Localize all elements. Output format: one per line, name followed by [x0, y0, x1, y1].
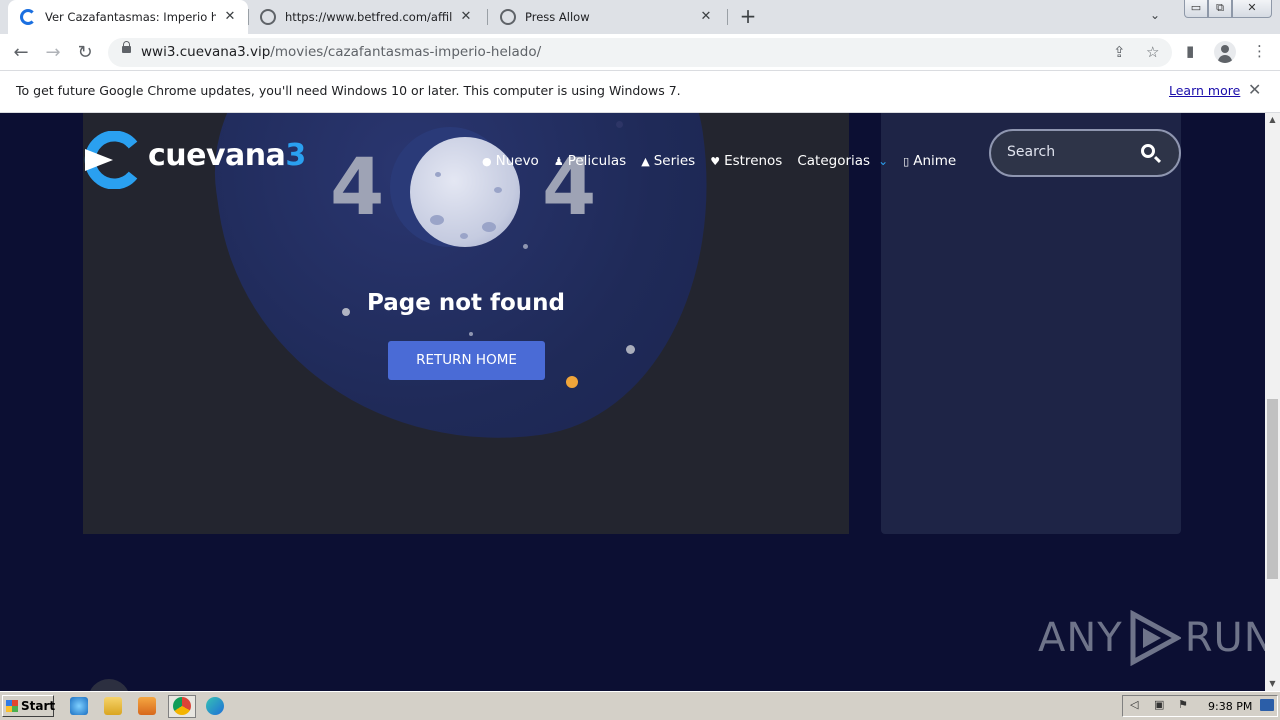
- box-icon: ▯: [903, 154, 910, 168]
- nav-nuevo[interactable]: ● Nuevo: [482, 153, 539, 169]
- page-not-found-title: Page not found: [366, 290, 566, 316]
- infobar-close-icon[interactable]: ✕: [1248, 80, 1261, 99]
- clock[interactable]: 9:38 PM: [1208, 700, 1252, 713]
- forward-arrow-icon[interactable]: →: [40, 40, 66, 66]
- tab-close-icon[interactable]: ✕: [458, 9, 474, 25]
- tab-close-icon[interactable]: ✕: [698, 9, 714, 25]
- network-icon[interactable]: ▣: [1154, 699, 1168, 711]
- show-desktop-icon[interactable]: [1260, 699, 1274, 711]
- site-nav: ● Nuevo ♟ Peliculas ▲ Series ♥ Estrenos Cate…: [482, 153, 956, 169]
- tab-close-icon[interactable]: ✕: [222, 9, 238, 25]
- search-icon[interactable]: [1141, 144, 1155, 158]
- window-controls: ▭ ⧉ ✕: [1184, 0, 1272, 18]
- star-dot: [616, 121, 623, 128]
- star-dot: [523, 244, 528, 249]
- profile-avatar-icon[interactable]: [1214, 41, 1236, 63]
- tab-title: Press Allow: [525, 10, 590, 24]
- chevron-down-icon: ⌄: [878, 154, 889, 168]
- site-search[interactable]: [989, 129, 1181, 177]
- learn-more-link[interactable]: Learn more: [1169, 83, 1240, 98]
- play-logo-icon: [1130, 610, 1181, 666]
- restore-button[interactable]: ⧉: [1208, 0, 1232, 18]
- scroll-down-arrow-icon[interactable]: ▼: [1265, 677, 1280, 691]
- minimize-button[interactable]: ▭: [1184, 0, 1208, 18]
- flag-icon[interactable]: ⚑: [1178, 699, 1192, 711]
- tab-separator: [727, 9, 728, 25]
- tab-title: Ver Cazafantasmas: Imperio helado: [45, 10, 216, 24]
- return-home-button[interactable]: RETURN HOME: [388, 341, 545, 380]
- globe-icon: [500, 9, 516, 25]
- search-input[interactable]: [1007, 144, 1127, 160]
- tab-press-allow[interactable]: Press Allow ✕: [490, 0, 724, 34]
- scroll-top-button[interactable]: [88, 679, 130, 691]
- volume-icon[interactable]: ◁: [1130, 699, 1144, 711]
- tab-cuevana[interactable]: Ver Cazafantasmas: Imperio helado ✕: [8, 0, 248, 34]
- edge-icon[interactable]: [206, 697, 224, 715]
- reload-icon[interactable]: ↻: [72, 40, 98, 66]
- close-window-button[interactable]: ✕: [1232, 0, 1272, 18]
- anyrun-watermark: ANY RUN: [1038, 610, 1265, 666]
- triangle-icon: ▲: [641, 154, 650, 168]
- nav-anime[interactable]: ▯ Anime: [903, 153, 956, 169]
- tab-strip: Ver Cazafantasmas: Imperio helado ✕ http…: [0, 0, 1280, 34]
- browser-toolbar: ← → ↻ wwi3.cuevana3.vip/movies/cazafanta…: [0, 34, 1280, 71]
- taskbar: Start ◁ ▣ ⚑ 9:38 PM: [0, 691, 1280, 720]
- cuevana-favicon-icon: [20, 9, 36, 25]
- person-icon: ♟: [553, 154, 564, 168]
- tab-separator: [248, 9, 249, 25]
- media-player-icon[interactable]: [138, 697, 156, 715]
- internet-explorer-icon[interactable]: [70, 697, 88, 715]
- start-button[interactable]: Start: [2, 695, 55, 717]
- folder-icon[interactable]: [104, 697, 122, 715]
- back-arrow-icon[interactable]: ←: [8, 40, 34, 66]
- nav-peliculas[interactable]: ♟ Peliculas: [554, 153, 626, 169]
- error-digit-left: 4: [330, 143, 385, 233]
- scroll-up-arrow-icon[interactable]: ▲: [1265, 113, 1280, 127]
- star-dot: [469, 332, 473, 336]
- bookmark-star-icon[interactable]: ☆: [1146, 43, 1159, 61]
- cuevana-logo-icon[interactable]: [83, 131, 139, 189]
- nav-estrenos[interactable]: ♥ Estrenos: [710, 153, 782, 169]
- heart-icon: ♥: [710, 154, 721, 168]
- tab-betfred[interactable]: https://www.betfred.com/affiliate/b ✕: [250, 0, 484, 34]
- globe-icon: [260, 9, 276, 25]
- star-dot: [626, 345, 635, 354]
- scrollbar-thumb[interactable]: [1267, 399, 1278, 579]
- star-dot: [566, 376, 578, 388]
- chrome-icon: [173, 697, 191, 715]
- flame-icon: ●: [482, 154, 492, 168]
- star-dot: [342, 308, 350, 316]
- nav-series[interactable]: ▲ Series: [641, 153, 695, 169]
- site-logo[interactable]: cuevana3: [148, 138, 306, 173]
- menu-kebab-icon[interactable]: ⋮: [1252, 42, 1267, 60]
- tab-title: https://www.betfred.com/affiliate/b: [285, 10, 452, 24]
- url-text[interactable]: wwi3.cuevana3.vip/movies/cazafantasmas-i…: [141, 44, 541, 60]
- tab-separator: [487, 9, 488, 25]
- address-bar[interactable]: wwi3.cuevana3.vip/movies/cazafantasmas-i…: [108, 38, 1172, 67]
- page-scrollbar[interactable]: ▲ ▼: [1265, 113, 1280, 691]
- new-tab-button[interactable]: +: [736, 5, 760, 29]
- tab-search-chevron-icon[interactable]: ⌄: [1150, 8, 1160, 22]
- nav-categorias[interactable]: Categorias ⌄: [797, 153, 888, 169]
- system-tray: [1122, 695, 1278, 717]
- share-icon[interactable]: ⇪: [1113, 43, 1126, 61]
- side-panel-icon[interactable]: ▮: [1186, 42, 1194, 60]
- update-infobar: To get future Google Chrome updates, you…: [0, 71, 1280, 113]
- webpage: 4 4 Page not found RETURN HOME cuevana3 …: [0, 113, 1265, 691]
- lock-icon[interactable]: [122, 41, 131, 53]
- infobar-message: To get future Google Chrome updates, you…: [16, 83, 681, 98]
